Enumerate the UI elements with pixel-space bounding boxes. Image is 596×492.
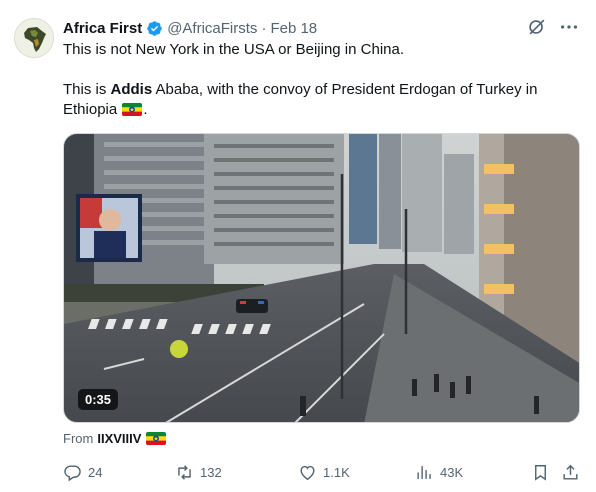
share-icon xyxy=(563,464,578,480)
verified-badge-icon xyxy=(146,20,163,37)
reply-button[interactable]: 24 xyxy=(63,461,102,483)
bookmark-button[interactable] xyxy=(531,461,550,483)
line3-prefix: Ethiopia xyxy=(63,101,118,118)
share-button[interactable] xyxy=(561,461,580,483)
tweet-line-1: This is not New York in the USA or Beiji… xyxy=(63,41,405,58)
tweet-text: This is not New York in the USA or Beiji… xyxy=(63,40,573,120)
heart-icon xyxy=(300,465,315,480)
tweet-header: Africa First @AfricaFirsts · Feb 18 xyxy=(63,18,317,38)
tweet-line-3: Ethiopia . xyxy=(63,100,573,120)
repost-button[interactable]: 132 xyxy=(175,461,222,483)
grok-icon[interactable] xyxy=(526,16,548,38)
ethiopia-flag-icon xyxy=(146,432,167,445)
view-count: 43K xyxy=(440,464,464,480)
avatar[interactable] xyxy=(14,18,54,58)
tweet-date[interactable]: Feb 18 xyxy=(270,20,317,37)
video-player[interactable]: 0:35 xyxy=(63,133,580,423)
reply-count: 24 xyxy=(88,464,103,480)
analytics-icon xyxy=(417,465,431,479)
author-handle[interactable]: @AfricaFirsts xyxy=(167,20,257,37)
like-button[interactable]: 1.1K xyxy=(298,461,350,483)
video-thumbnail xyxy=(64,134,579,422)
action-bar: 24 132 1.1K 43K xyxy=(63,461,583,483)
separator-dot: · xyxy=(261,19,267,37)
top-actions xyxy=(526,16,580,38)
bookmark-icon xyxy=(535,464,546,481)
repost-icon xyxy=(178,464,191,480)
views-button[interactable]: 43K xyxy=(415,461,463,483)
africa-map-icon xyxy=(15,19,53,57)
reply-icon xyxy=(64,464,81,481)
line3-suffix: . xyxy=(143,101,148,118)
repost-count: 132 xyxy=(200,464,222,480)
source-account[interactable]: IIXVIIIV xyxy=(97,431,141,446)
line2-prefix: This is xyxy=(63,81,111,98)
tweet-line-2: This is Addis Ababa, with the convoy of … xyxy=(63,80,573,100)
line2-rest: Ababa, with the convoy of President Erdo… xyxy=(152,81,538,98)
ethiopia-flag-icon xyxy=(122,103,143,116)
video-source: From IIXVIIIV xyxy=(63,431,167,446)
line2-bold: Addis xyxy=(110,81,153,98)
more-options-icon[interactable] xyxy=(558,16,580,38)
video-duration: 0:35 xyxy=(78,389,119,410)
source-prefix: From xyxy=(63,431,94,446)
tweet[interactable]: Africa First @AfricaFirsts · Feb 18 This… xyxy=(0,0,596,492)
like-count: 1.1K xyxy=(323,464,350,480)
author-name[interactable]: Africa First xyxy=(63,20,142,37)
